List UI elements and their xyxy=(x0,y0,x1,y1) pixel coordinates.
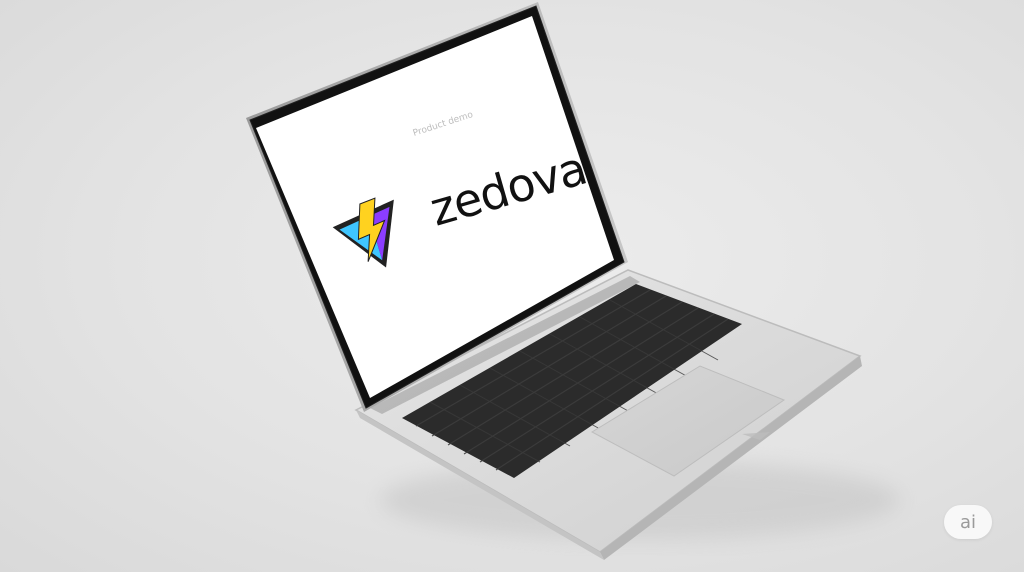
laptop-photo: Product demo zedova xyxy=(246,2,900,560)
photo-scene: Product demo zedova ai xyxy=(0,0,1024,572)
ai-badge-label: ai xyxy=(959,511,977,533)
ai-badge: ai xyxy=(944,505,992,539)
